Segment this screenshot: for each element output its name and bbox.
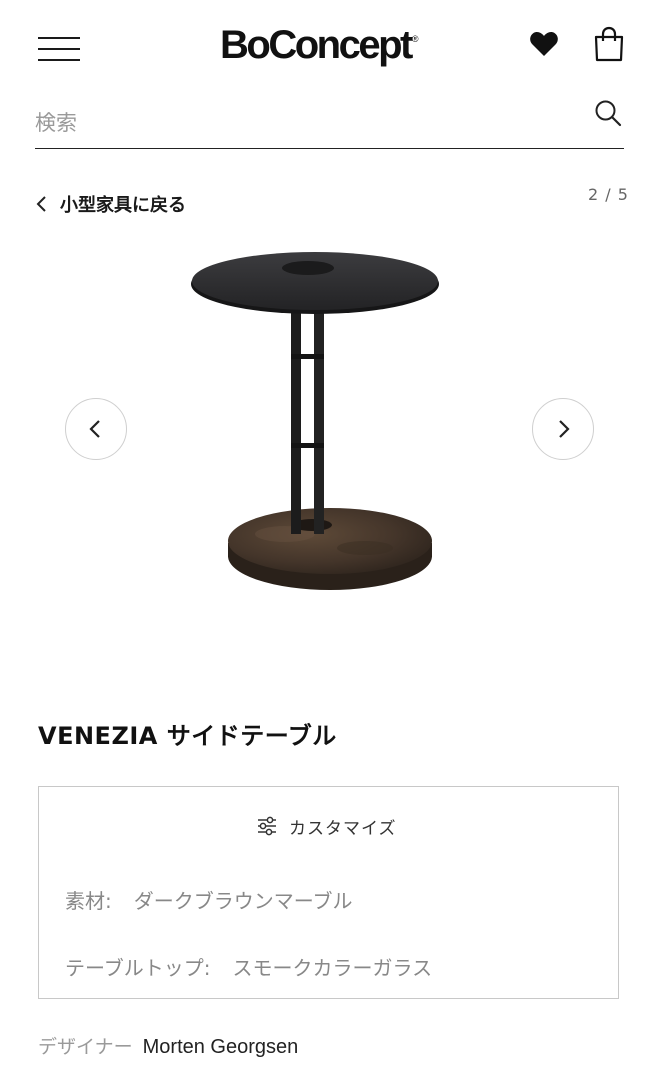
chevron-right-icon	[559, 420, 570, 438]
designer-label: デザイナー	[38, 1036, 133, 1058]
logo-registered-mark: ®	[411, 34, 419, 44]
customize-button[interactable]: カスタマイズ	[257, 813, 397, 839]
previous-image-button[interactable]	[65, 398, 127, 460]
product-title: VENEZIA サイドテーブル	[38, 722, 337, 750]
chevron-left-icon	[36, 196, 46, 212]
option-key: 素材:	[65, 889, 112, 913]
customize-label: カスタマイズ	[289, 818, 397, 839]
designer-name[interactable]: Morten Georgsen	[143, 1036, 299, 1058]
shopping-bag-icon[interactable]	[592, 26, 626, 62]
option-value: ダークブラウンマーブル	[133, 889, 353, 913]
option-tabletop: テーブルトップ: スモークカラーガラス	[65, 952, 432, 981]
designer-info: デザイナー Morten Georgsen	[38, 1032, 298, 1059]
next-image-button[interactable]	[532, 398, 594, 460]
sliders-icon	[258, 816, 276, 836]
option-key: テーブルトップ:	[65, 956, 211, 980]
back-to-category-link[interactable]: 小型家具に戻る	[34, 190, 186, 218]
back-link-label: 小型家具に戻る	[60, 195, 186, 216]
option-material: 素材: ダークブラウンマーブル	[65, 885, 353, 914]
search-icon[interactable]	[594, 99, 622, 127]
chevron-left-icon	[89, 420, 100, 438]
customize-panel: カスタマイズ 素材: ダークブラウンマーブル テーブルトップ: スモークカラーガラス	[38, 786, 619, 999]
brand-logo[interactable]: BoConcept®	[220, 20, 440, 70]
logo-text: BoConcept	[220, 23, 413, 67]
hamburger-menu-icon[interactable]	[38, 34, 80, 64]
search-bar	[35, 96, 624, 149]
image-pager: 2 / 5	[588, 185, 629, 204]
search-input[interactable]	[35, 106, 575, 140]
product-image	[190, 238, 480, 618]
option-value: スモークカラーガラス	[232, 956, 433, 980]
heart-icon[interactable]	[528, 28, 560, 60]
